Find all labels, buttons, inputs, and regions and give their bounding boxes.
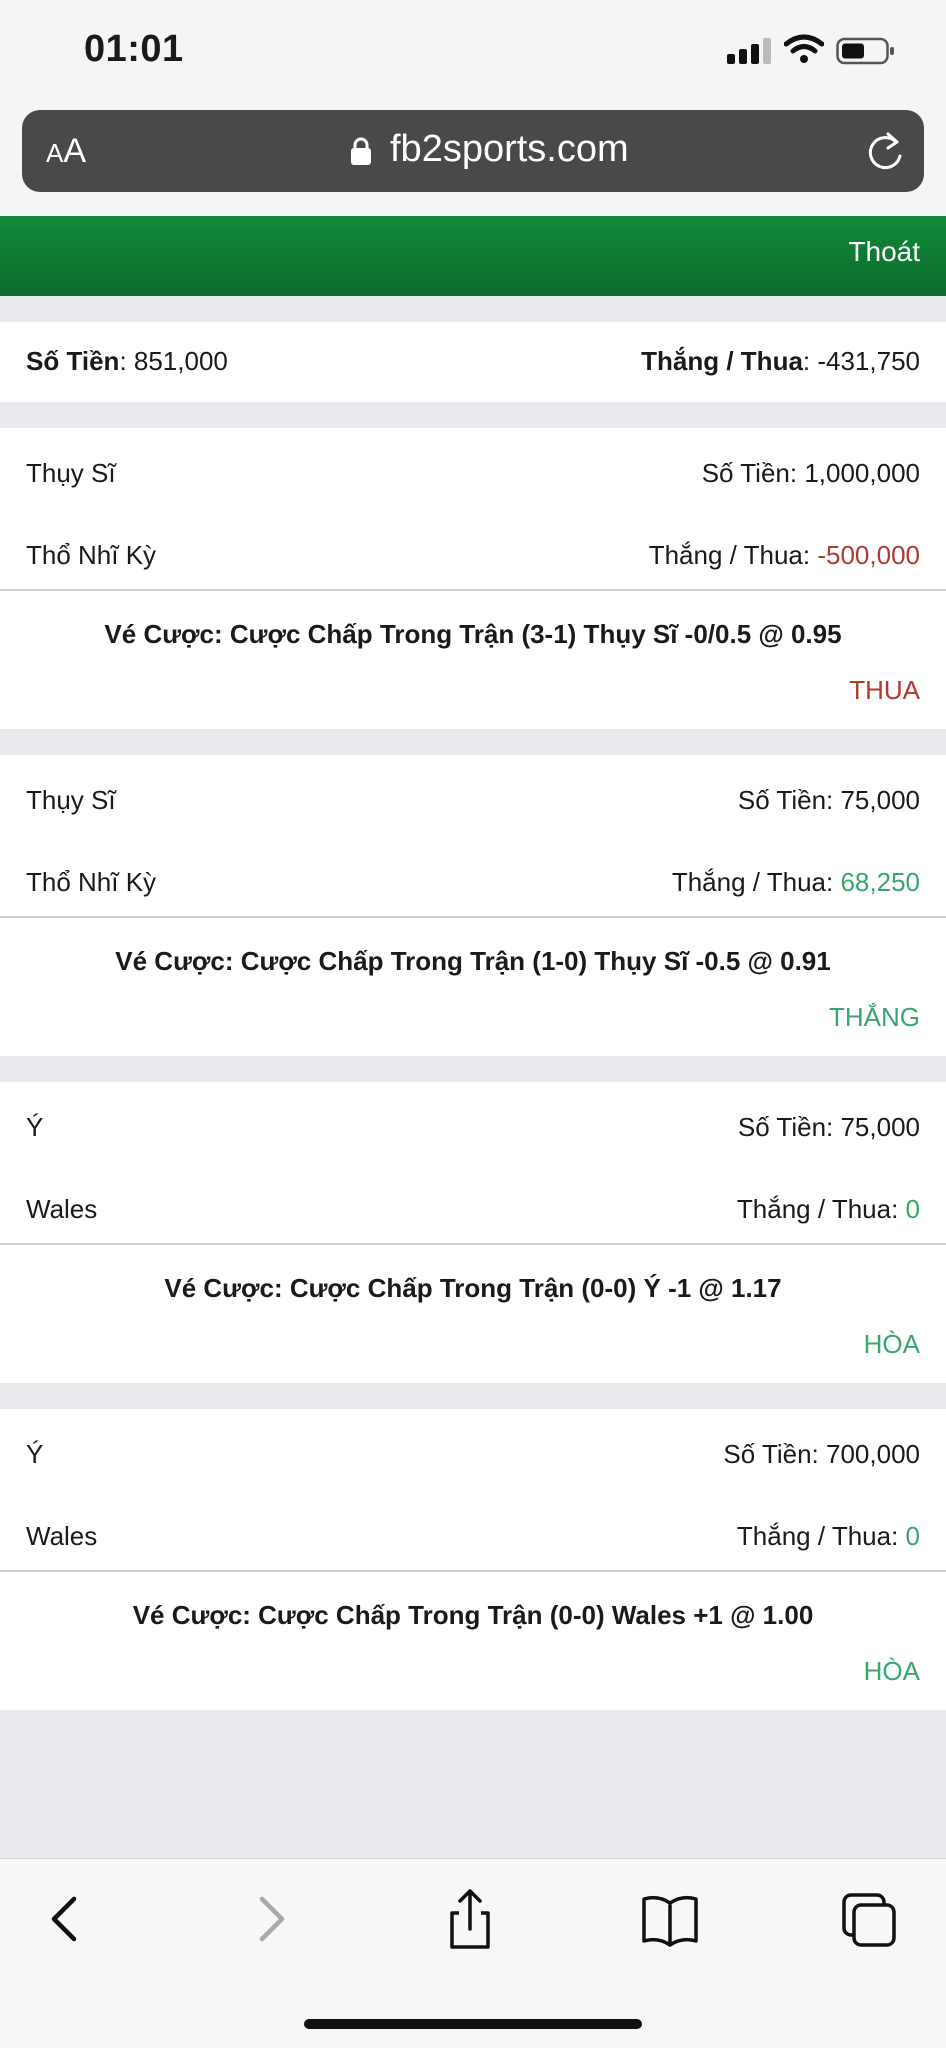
bet-card: Ý Wales Số Tiền: 75,000 Thắng / Thua: 0 … — [0, 1082, 946, 1383]
summary-winloss-label: Thắng / Thua — [641, 346, 803, 376]
address-bar[interactable]: AA fb2sports.com — [22, 110, 924, 192]
bookmarks-icon[interactable] — [640, 1887, 700, 1951]
bet-amount: Số Tiền: 75,000 — [737, 1112, 920, 1142]
logout-button[interactable]: Thoát — [848, 236, 920, 268]
bet-card: Thụy Sĩ Thổ Nhĩ Kỳ Số Tiền: 75,000 Thắng… — [0, 755, 946, 1056]
away-team: Thổ Nhĩ Kỳ — [26, 540, 157, 570]
bet-winloss: Thắng / Thua: 0 — [737, 1521, 920, 1552]
aa-large-label: A — [63, 132, 87, 170]
account-summary: Số Tiền: 851,000 Thắng / Thua: -431,750 — [0, 322, 946, 402]
summary-amount: Số Tiền: 851,000 — [26, 346, 228, 377]
home-team: Ý — [26, 1112, 44, 1142]
status-bar: 01:01 — [0, 0, 946, 104]
winloss-label: Thắng / Thua: — [671, 867, 841, 897]
bet-result: THẮNG — [829, 1002, 920, 1032]
lock-icon — [351, 137, 371, 165]
url-text[interactable]: fb2sports.com — [390, 128, 629, 171]
reload-icon[interactable] — [866, 130, 906, 174]
browser-address-area: AA fb2sports.com — [0, 104, 946, 216]
bet-ticket: Vé Cược: Cược Chấp Trong Trận (3-1) Thụy… — [104, 619, 842, 649]
reader-options-button[interactable]: AA — [46, 132, 86, 171]
bet-card: Thụy Sĩ Thổ Nhĩ Kỳ Số Tiền: 1,000,000 Th… — [0, 428, 946, 729]
bet-amount: Số Tiền: 75,000 — [737, 785, 920, 815]
away-team: Wales — [26, 1521, 98, 1551]
bet-result: HÒA — [863, 1329, 920, 1359]
bet-amount: Số Tiền: 700,000 — [723, 1439, 920, 1469]
bet-winloss: Thắng / Thua: 68,250 — [672, 867, 920, 898]
home-team: Ý — [26, 1439, 44, 1469]
winloss-value: 0 — [905, 1194, 920, 1224]
winloss-value: 0 — [905, 1521, 920, 1551]
winloss-label: Thắng / Thua: — [648, 540, 818, 570]
summary-amount-value: : 851,000 — [119, 346, 228, 376]
summary-winloss: Thắng / Thua: -431,750 — [641, 346, 920, 377]
back-icon[interactable] — [36, 1887, 96, 1951]
away-team: Wales — [26, 1194, 98, 1224]
winloss-label: Thắng / Thua: — [736, 1194, 906, 1224]
bet-winloss: Thắng / Thua: 0 — [737, 1194, 920, 1225]
bet-winloss: Thắng / Thua: -500,000 — [649, 540, 920, 571]
winloss-value: -500,000 — [817, 540, 920, 570]
cellular-signal-icon — [727, 38, 771, 64]
bet-result: THUA — [849, 675, 920, 705]
home-team: Thụy Sĩ — [26, 458, 116, 488]
summary-winloss-value: : -431,750 — [802, 346, 920, 376]
bet-history: Số Tiền: 851,000 Thắng / Thua: -431,750 … — [0, 296, 946, 1710]
bet-ticket: Vé Cược: Cược Chấp Trong Trận (0-0) Ý -1… — [164, 1273, 782, 1303]
aa-small-label: A — [46, 138, 64, 168]
site-header: Thoát — [0, 216, 946, 296]
away-team: Thổ Nhĩ Kỳ — [26, 867, 157, 897]
winloss-value: 68,250 — [840, 867, 920, 897]
share-icon[interactable] — [440, 1887, 500, 1951]
bet-ticket: Vé Cược: Cược Chấp Trong Trận (0-0) Wale… — [132, 1600, 814, 1630]
bet-result: HÒA — [863, 1656, 920, 1686]
wifi-icon — [784, 34, 824, 63]
summary-amount-label: Số Tiền — [26, 346, 120, 376]
bet-amount: Số Tiền: 1,000,000 — [701, 458, 920, 488]
home-indicator — [304, 2019, 642, 2029]
bet-card: Ý Wales Số Tiền: 700,000 Thắng / Thua: 0… — [0, 1409, 946, 1710]
home-team: Thụy Sĩ — [26, 785, 116, 815]
status-time: 01:01 — [84, 28, 184, 70]
tabs-icon[interactable] — [840, 1887, 900, 1951]
winloss-label: Thắng / Thua: — [736, 1521, 906, 1551]
forward-icon[interactable] — [240, 1887, 300, 1951]
battery-icon — [836, 37, 894, 65]
bet-ticket: Vé Cược: Cược Chấp Trong Trận (1-0) Thụy… — [115, 946, 831, 976]
browser-toolbar — [0, 1858, 946, 2048]
